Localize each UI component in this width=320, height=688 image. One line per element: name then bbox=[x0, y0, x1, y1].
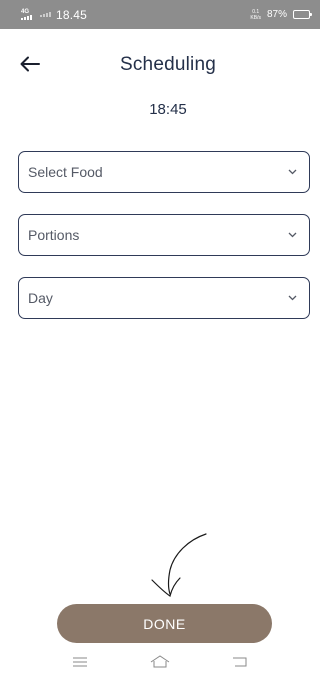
battery-icon bbox=[293, 10, 312, 19]
battery-percent: 87% bbox=[266, 9, 287, 20]
chevron-down-icon bbox=[287, 167, 297, 177]
chevron-down-icon bbox=[287, 230, 297, 240]
portions-dropdown[interactable]: Portions bbox=[18, 214, 310, 256]
menu-icon bbox=[73, 657, 87, 667]
hand-drawn-arrow-icon bbox=[151, 533, 207, 597]
day-label: Day bbox=[28, 290, 53, 306]
page-title: Scheduling bbox=[119, 54, 217, 75]
status-right: 0.1 KB/s 87% bbox=[250, 9, 312, 21]
schedule-time[interactable]: 18:45 bbox=[0, 101, 320, 118]
net-speed: 0.1 KB/s bbox=[250, 9, 261, 21]
secondary-signal-icon bbox=[40, 12, 51, 17]
status-time: 18.45 bbox=[56, 7, 88, 22]
menu-nav-button[interactable] bbox=[68, 650, 92, 674]
chevron-down-icon bbox=[287, 293, 297, 303]
status-bar: 4G 18.45 0.1 KB/s 87% bbox=[0, 0, 320, 29]
system-nav-bar bbox=[0, 636, 320, 688]
signal-icon: 4G bbox=[21, 9, 32, 20]
back-icon bbox=[233, 657, 247, 667]
day-dropdown[interactable]: Day bbox=[18, 277, 310, 319]
select-food-dropdown[interactable]: Select Food bbox=[18, 151, 310, 193]
status-left: 4G 18.45 bbox=[21, 8, 87, 22]
select-food-label: Select Food bbox=[28, 164, 103, 180]
back-nav-button[interactable] bbox=[228, 650, 252, 674]
home-nav-button[interactable] bbox=[148, 650, 172, 674]
home-icon bbox=[150, 655, 170, 668]
net-speed-unit: KB/s bbox=[250, 14, 261, 21]
portions-label: Portions bbox=[28, 227, 80, 243]
